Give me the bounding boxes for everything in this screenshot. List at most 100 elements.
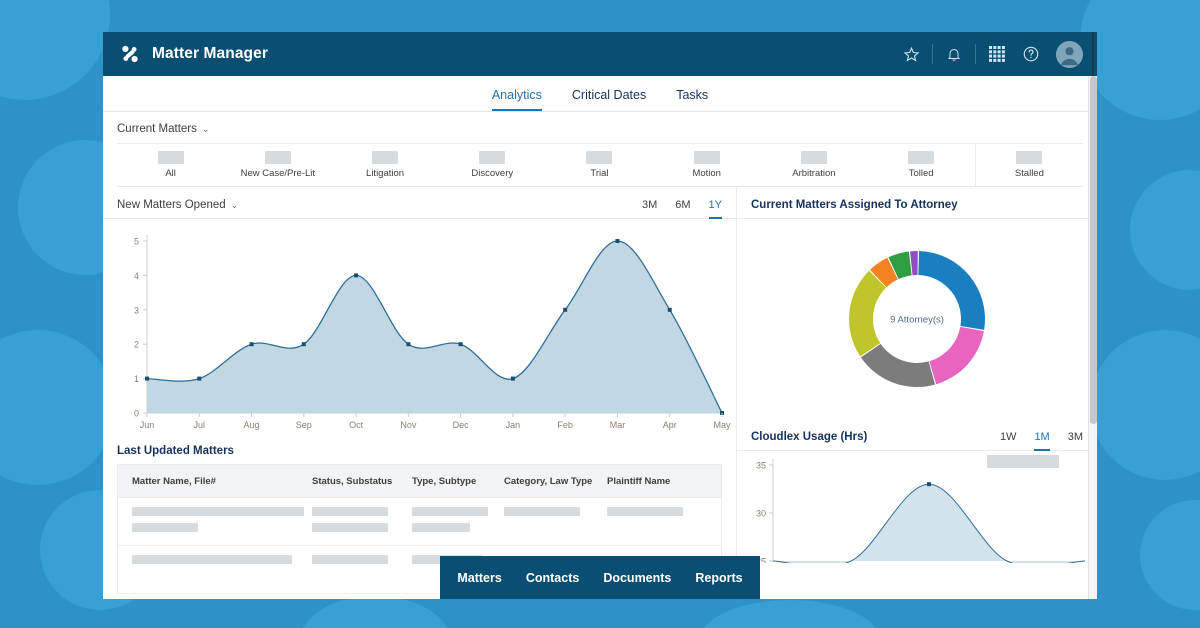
skeleton-bar [132, 555, 292, 564]
svg-text:Sep: Sep [296, 420, 312, 430]
svg-text:9 Attorney(s): 9 Attorney(s) [890, 314, 944, 325]
status-count-placeholder [693, 151, 720, 164]
svg-text:Dec: Dec [453, 420, 470, 430]
cell-category [500, 507, 603, 523]
status-tab-all[interactable]: All [117, 144, 224, 186]
range-1m[interactable]: 1M [1034, 431, 1050, 451]
status-tab-label: Arbitration [792, 168, 836, 179]
cell-status [308, 507, 408, 539]
brand-title: Matter Manager [152, 45, 268, 62]
range-1w[interactable]: 1W [1000, 431, 1017, 451]
svg-text:May: May [713, 420, 731, 430]
svg-text:3: 3 [134, 305, 139, 315]
range-3m[interactable]: 3M [1068, 431, 1083, 451]
main-tab-bar: Analytics Critical Dates Tasks [103, 76, 1097, 112]
status-tab-row: All New Case/Pre-Lit Litigation Discover… [117, 143, 1083, 187]
attorney-donut-chart[interactable]: 9 Attorney(s) [737, 219, 1097, 419]
status-tab-stalled[interactable]: Stalled [974, 144, 1083, 186]
usage-range-toggle: 1W 1M 3M [1000, 431, 1083, 451]
table-header-row: Matter Name, File# Status, Substatus Typ… [118, 465, 721, 498]
svg-text:35: 35 [756, 461, 766, 471]
tab-tasks[interactable]: Tasks [676, 88, 708, 111]
attorney-panel-title: Current Matters Assigned To Attorney [751, 199, 958, 211]
cloudlex-usage-chart[interactable]: 25 30 35 [737, 451, 1097, 571]
column-header-status: Status, Substatus [312, 475, 393, 487]
current-matters-label: Current Matters [117, 123, 197, 135]
scrollbar-thumb[interactable] [1090, 76, 1097, 424]
filter-bar: Current Matters ⌄ [103, 112, 1097, 143]
column-header-plaintiff-name: Plaintiff Name [607, 475, 671, 487]
skeleton-bar [312, 523, 388, 532]
divider [932, 44, 933, 64]
svg-text:Aug: Aug [244, 420, 260, 430]
skeleton-bar [132, 507, 304, 516]
column-header-type: Type, Subtype [412, 475, 477, 487]
new-matters-area-chart[interactable]: 0 1 2 3 4 5 Jun Jul Aug Sep Oct Nov Dec Jan Feb Mar Apr M… [103, 219, 736, 439]
tab-analytics[interactable]: Analytics [491, 88, 542, 111]
cell-status [308, 555, 408, 571]
svg-text:Mar: Mar [610, 420, 626, 430]
range-6m[interactable]: 6M [675, 199, 690, 219]
svg-text:Nov: Nov [400, 420, 417, 430]
table-row[interactable] [118, 498, 721, 546]
column-header-category: Category, Law Type [504, 475, 593, 487]
star-icon[interactable] [894, 37, 928, 71]
range-3m[interactable]: 3M [642, 199, 657, 219]
status-tab-label: Discovery [471, 168, 514, 179]
svg-text:2: 2 [134, 340, 139, 350]
svg-text:4: 4 [134, 271, 139, 281]
status-tab-label: New Case/Pre-Lit [240, 168, 316, 179]
area-range-toggle: 3M 6M 1Y [642, 199, 722, 219]
dashboard-body: New Matters Opened ⌄ 3M 6M 1Y 0 1 2 3 4 5 Jun J… [103, 187, 1097, 594]
nav-reports[interactable]: Reports [695, 571, 742, 585]
tab-critical-dates[interactable]: Critical Dates [572, 88, 646, 111]
svg-text:5: 5 [134, 237, 139, 247]
usage-panel-title: Cloudlex Usage (Hrs) [751, 431, 868, 443]
window-edge-shadow [1092, 32, 1094, 76]
status-tab-discovery[interactable]: Discovery [439, 144, 546, 186]
brand[interactable]: Matter Manager [119, 43, 268, 65]
avatar[interactable] [1056, 40, 1083, 68]
skeleton-bar [412, 507, 488, 516]
new-matters-dropdown[interactable]: New Matters Opened ⌄ [117, 199, 238, 211]
status-tab-litigation[interactable]: Litigation [331, 144, 438, 186]
vertical-scrollbar[interactable] [1088, 76, 1097, 599]
svg-text:Apr: Apr [663, 420, 677, 430]
nav-contacts[interactable]: Contacts [526, 571, 579, 585]
new-matters-title: New Matters Opened [117, 199, 226, 211]
bell-icon[interactable] [937, 37, 971, 71]
svg-text:30: 30 [756, 509, 766, 519]
status-tab-tolled[interactable]: Tolled [868, 144, 975, 186]
new-matters-panel-header: New Matters Opened ⌄ 3M 6M 1Y [103, 187, 736, 219]
top-bar: Matter Manager [103, 32, 1097, 76]
status-count-placeholder [157, 151, 184, 164]
status-tab-label: Motion [692, 168, 721, 179]
right-column: Current Matters Assigned To Attorney 9 A… [736, 187, 1097, 594]
app-window: Matter Manager Analytics Critical Dates … [103, 32, 1097, 599]
usage-panel-header: Cloudlex Usage (Hrs) 1W 1M 3M [737, 419, 1097, 451]
topbar-actions [894, 37, 1083, 71]
skeleton-bar [312, 555, 388, 564]
status-tab-motion[interactable]: Motion [653, 144, 760, 186]
nav-documents[interactable]: Documents [603, 571, 671, 585]
skeleton-bar [607, 507, 683, 516]
status-tab-new-case-pre-lit[interactable]: New Case/Pre-Lit [224, 144, 331, 186]
status-tab-label: Tolled [908, 168, 934, 179]
svg-text:Oct: Oct [349, 420, 364, 430]
svg-text:Jul: Jul [194, 420, 206, 430]
usage-legend-placeholder [987, 455, 1059, 468]
status-tab-arbitration[interactable]: Arbitration [760, 144, 867, 186]
nav-matters[interactable]: Matters [457, 571, 501, 585]
help-icon[interactable] [1014, 37, 1048, 71]
status-count-placeholder [586, 151, 613, 164]
svg-text:Feb: Feb [557, 420, 573, 430]
status-tab-trial[interactable]: Trial [546, 144, 653, 186]
status-tab-label: Stalled [1014, 168, 1044, 179]
status-tab-label: All [165, 168, 176, 179]
range-1y[interactable]: 1Y [708, 199, 722, 219]
status-count-placeholder [264, 151, 291, 164]
left-column: New Matters Opened ⌄ 3M 6M 1Y 0 1 2 3 4 5 Jun J… [103, 187, 736, 594]
chevron-down-icon: ⌄ [230, 199, 239, 210]
current-matters-dropdown[interactable]: Current Matters ⌄ [117, 123, 209, 135]
app-launcher-icon[interactable] [980, 37, 1014, 71]
